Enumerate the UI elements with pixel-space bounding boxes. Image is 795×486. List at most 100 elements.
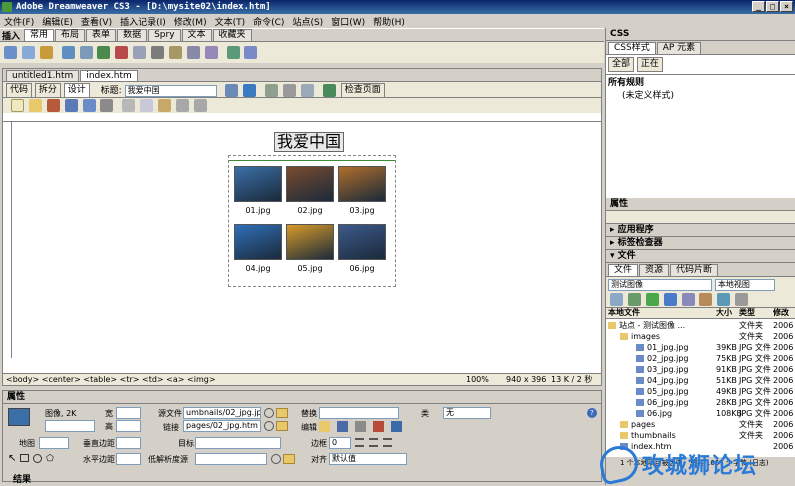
circle-hotspot-icon[interactable] [33,454,42,463]
menu-item[interactable]: 查看(V) [77,15,116,28]
hspace-input[interactable] [116,453,141,465]
thumbnail-image[interactable] [234,224,282,260]
file-row[interactable]: 06.jpg 108KB JPG 文件 2006 [606,408,793,419]
border-input[interactable]: 0 [329,437,351,449]
file-row[interactable]: 02_jpg.jpg 75KB JPG 文件 2006 [606,353,793,364]
email-link-icon[interactable] [21,46,35,59]
refresh-files-icon[interactable] [627,293,641,306]
put-files-icon[interactable] [663,293,677,306]
design-view-button[interactable]: 设计 [63,83,90,98]
link-input[interactable]: pages/02_jpg.htm [183,420,261,432]
copy-icon[interactable] [140,99,154,112]
save-icon[interactable] [64,99,78,112]
zoom-level[interactable]: 100% [466,374,489,385]
col-local-files[interactable]: 本地文件 [608,308,640,318]
files-panel-header[interactable]: ▾ 文件 [606,250,795,263]
doc-tab-untitled[interactable]: untitled1.htm [6,70,80,81]
col-modified[interactable]: 修改 [773,308,789,318]
validate-icon[interactable] [322,84,336,97]
connect-icon[interactable] [610,293,623,306]
refresh-icon[interactable] [265,84,279,97]
tag-inspector-header[interactable]: ▸ 标签检查器 [606,237,795,250]
thumbnail-image[interactable] [338,166,386,202]
synchronize-icon[interactable] [717,293,731,306]
table-icon[interactable] [61,46,75,59]
polygon-hotspot-icon[interactable]: ⬠ [46,454,54,464]
open-file-icon[interactable] [28,99,42,112]
map-input[interactable] [39,437,69,449]
ap-elements-tab[interactable]: AP 元素 [656,42,702,54]
page-heading[interactable]: 我爱中国 [274,132,344,152]
thumbnail-image[interactable] [286,166,334,202]
hyperlink-icon[interactable] [4,46,17,59]
thumbnail-image[interactable] [234,166,282,202]
rule-item[interactable]: (未定义样式) [608,88,795,101]
menu-item[interactable]: 站点(S) [288,15,327,28]
maximize-button[interactable]: □ [766,1,779,12]
expand-icon[interactable] [735,293,749,306]
src-input[interactable]: umbnails/02_jpg.jpg [183,407,261,419]
site-select[interactable]: 测试图像 [608,279,712,291]
assets-tab[interactable]: 资源 [639,264,670,276]
view-select[interactable]: 本地视图 [714,279,775,291]
template-icon[interactable] [226,46,240,59]
target-select[interactable] [195,437,281,449]
server-include-icon[interactable] [151,46,164,59]
insert-tab-favorites[interactable]: 收藏夹 [212,29,252,41]
paste-icon[interactable] [158,99,171,112]
redo-icon[interactable] [193,99,207,112]
lowsrc-input[interactable] [195,453,267,465]
insert-tab-forms[interactable]: 表单 [86,29,117,41]
files-tab[interactable]: 文件 [608,264,639,276]
file-row[interactable]: pages 文件夹 2006 [606,419,793,430]
check-page-button[interactable]: 检查页面 [340,83,385,98]
date-icon[interactable] [133,46,147,59]
thumbnail-image[interactable] [286,224,334,260]
insert-tab-layout[interactable]: 布局 [55,29,86,41]
browse-folder-icon[interactable] [276,408,288,418]
width-input[interactable] [116,407,141,419]
menu-item[interactable]: 修改(M) [170,15,211,28]
alt-select[interactable] [319,407,399,419]
menu-item[interactable]: 命令(C) [249,15,288,28]
file-row[interactable]: 06_jpg.jpg 28KB JPG 文件 2006 [606,397,793,408]
new-file-icon[interactable] [11,99,24,112]
edit-tools-icons[interactable] [319,421,409,432]
file-row[interactable]: 03_jpg.jpg 91KB JPG 文件 2006 [606,364,793,375]
cut-icon[interactable] [122,99,136,112]
page-title-input[interactable]: 我爱中国 [124,84,217,97]
thumbnail-image[interactable] [338,224,386,260]
file-row[interactable]: 站点 - 测试图像 ... 文件夹 2006 [606,320,793,331]
file-row[interactable]: 01_jpg.jpg 39KB JPG 文件 2006 [606,342,793,353]
application-panel-header[interactable]: ▸ 应用程序 [606,223,795,237]
save-all-icon[interactable] [82,99,96,112]
col-type[interactable]: 类型 [739,308,755,318]
properties-header[interactable]: 属性 [3,391,601,404]
comment-icon[interactable] [168,46,182,59]
file-row[interactable]: images 文件夹 2006 [606,331,793,342]
link-point-icon[interactable] [264,421,274,431]
menu-item[interactable]: 帮助(H) [369,15,409,28]
height-input[interactable] [116,420,141,432]
code-view-button[interactable]: 代码 [6,83,33,98]
insert-tab-data[interactable]: 数据 [117,29,148,41]
browse-bridge-icon[interactable] [46,99,60,112]
menu-item[interactable]: 插入记录(I) [116,15,170,28]
doc-tab-index[interactable]: index.htm [80,70,138,81]
visual-aids-icon[interactable] [300,84,314,97]
insert-tab-text[interactable]: 文本 [181,29,212,41]
split-view-button[interactable]: 拆分 [34,83,61,98]
tag-selector[interactable]: <body> <center> <table> <tr> <td> <a> <i… [6,375,216,384]
col-size[interactable]: 大小 [716,308,732,318]
anchor-icon[interactable] [39,46,53,59]
align-select[interactable]: 默认值 [329,453,407,465]
css-styles-tab[interactable]: CSS样式 [608,42,656,54]
insert-tab-spry[interactable]: Spry [148,29,181,41]
class-select[interactable]: 无 [443,407,491,419]
menu-item[interactable]: 文本(T) [211,15,250,28]
align-center-icon[interactable] [369,438,378,447]
head-icon[interactable] [186,46,200,59]
check-in-icon[interactable] [699,293,713,306]
undo-icon[interactable] [175,99,189,112]
close-button[interactable]: × [780,1,793,12]
